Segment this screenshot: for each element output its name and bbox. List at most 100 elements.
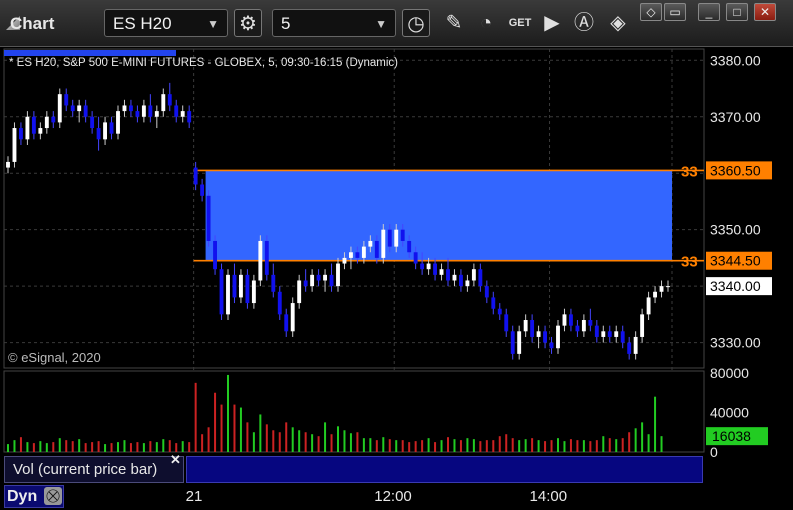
candle-body[interactable] — [323, 274, 327, 281]
candle-body[interactable] — [349, 252, 353, 258]
candle-body[interactable] — [433, 263, 437, 275]
candle-body[interactable] — [394, 229, 399, 247]
candle-body[interactable] — [368, 240, 373, 247]
symbol-selector[interactable]: ES H20 ▼ — [104, 9, 228, 37]
candle-body[interactable] — [310, 274, 315, 287]
candle-body[interactable] — [556, 325, 560, 349]
candle-body[interactable] — [562, 314, 567, 326]
candle-body[interactable] — [148, 105, 153, 117]
close-button[interactable]: ✕ — [754, 3, 776, 21]
settings-gear-icon[interactable]: ⚙ — [234, 9, 262, 37]
candle-body[interactable] — [219, 269, 224, 315]
candle-body[interactable] — [25, 116, 30, 140]
candle-body[interactable] — [290, 303, 295, 332]
candle-body[interactable] — [633, 336, 638, 354]
supply-zone[interactable] — [205, 170, 672, 261]
candle-body[interactable] — [426, 263, 431, 270]
candle-body[interactable] — [122, 105, 127, 112]
candle-body[interactable] — [413, 252, 418, 264]
minimize-button[interactable]: _ — [698, 3, 720, 21]
candle-body[interactable] — [575, 325, 580, 332]
candle-body[interactable] — [180, 111, 185, 117]
candle-body[interactable] — [109, 122, 114, 134]
candle-body[interactable] — [459, 274, 463, 287]
candle-body[interactable] — [19, 128, 23, 140]
candle-body[interactable] — [581, 320, 586, 332]
candle-body[interactable] — [517, 331, 522, 354]
price-chart[interactable]: 3380.003370.003360.003350.003340.003330.… — [0, 46, 793, 484]
candle-body[interactable] — [316, 274, 321, 281]
tag-icon[interactable]: ◈ — [604, 9, 632, 37]
candle-body[interactable] — [400, 229, 405, 241]
candle-body[interactable] — [141, 105, 146, 117]
candle-body[interactable] — [640, 314, 645, 337]
candle-body[interactable] — [70, 105, 75, 112]
candle-body[interactable] — [83, 105, 88, 117]
candle-body[interactable] — [439, 269, 444, 275]
candle-body[interactable] — [355, 252, 360, 258]
candle-body[interactable] — [504, 314, 509, 332]
volume-study-bar[interactable] — [186, 456, 703, 483]
candle-body[interactable] — [206, 195, 211, 241]
candle-body[interactable] — [245, 274, 250, 304]
candle-body[interactable] — [77, 105, 82, 112]
candle-body[interactable] — [135, 111, 140, 117]
alert-icon[interactable]: Ⓐ — [570, 9, 598, 37]
candle-body[interactable] — [6, 161, 10, 168]
candle-body[interactable] — [536, 331, 541, 337]
candle-body[interactable] — [588, 320, 593, 326]
candle-body[interactable] — [530, 320, 535, 337]
candle-body[interactable] — [129, 105, 133, 112]
draw-pencil-icon[interactable]: ✎ — [440, 9, 468, 37]
candle-body[interactable] — [167, 94, 172, 106]
candle-body[interactable] — [187, 111, 192, 123]
candle-body[interactable] — [57, 94, 62, 123]
candle-body[interactable] — [471, 269, 476, 281]
candle-body[interactable] — [303, 280, 308, 287]
candle-body[interactable] — [277, 291, 282, 315]
candle-body[interactable] — [491, 297, 496, 309]
candle-body[interactable] — [12, 128, 17, 162]
get-data-icon[interactable]: GET — [506, 9, 534, 37]
play-icon[interactable]: ▶ — [538, 9, 566, 37]
candle-body[interactable] — [543, 331, 547, 343]
candle-body[interactable] — [646, 297, 651, 315]
candle-body[interactable] — [193, 167, 198, 185]
candle-body[interactable] — [452, 274, 457, 281]
candle-body[interactable] — [594, 325, 599, 337]
candle-body[interactable] — [569, 314, 573, 326]
candle-body[interactable] — [620, 331, 625, 343]
candle-body[interactable] — [607, 331, 612, 337]
candle-body[interactable] — [465, 280, 470, 287]
candle-body[interactable] — [666, 286, 670, 288]
candle-body[interactable] — [381, 229, 386, 258]
candle-body[interactable] — [174, 105, 179, 117]
candle-body[interactable] — [258, 240, 263, 281]
candle-body[interactable] — [342, 257, 347, 264]
candle-body[interactable] — [154, 111, 159, 117]
candle-body[interactable] — [264, 240, 269, 275]
candle-body[interactable] — [549, 342, 554, 349]
candle-body[interactable] — [446, 269, 450, 281]
link-tag-button[interactable]: ◇ — [640, 3, 662, 21]
candle-body[interactable] — [96, 128, 101, 140]
candle-body[interactable] — [329, 274, 334, 287]
candle-body[interactable] — [653, 291, 657, 298]
interval-selector[interactable]: 5 ▼ — [272, 9, 396, 37]
volume-study-label[interactable]: Vol (current price bar) — [4, 456, 184, 483]
candle-body[interactable] — [103, 122, 107, 140]
candle-body[interactable] — [251, 280, 256, 304]
candle-body[interactable] — [31, 116, 36, 134]
candle-body[interactable] — [523, 320, 528, 332]
candle-body[interactable] — [90, 116, 95, 129]
candle-body[interactable] — [614, 331, 619, 337]
candle-body[interactable] — [200, 184, 205, 196]
candle-body[interactable] — [297, 280, 302, 304]
candle-body[interactable] — [407, 240, 412, 253]
candle-body[interactable] — [659, 286, 664, 292]
candle-body[interactable] — [420, 263, 425, 270]
candle-body[interactable] — [161, 94, 166, 112]
close-icon[interactable]: ✕ — [170, 452, 181, 468]
candle-body[interactable] — [497, 308, 502, 315]
candle-body[interactable] — [361, 246, 366, 258]
